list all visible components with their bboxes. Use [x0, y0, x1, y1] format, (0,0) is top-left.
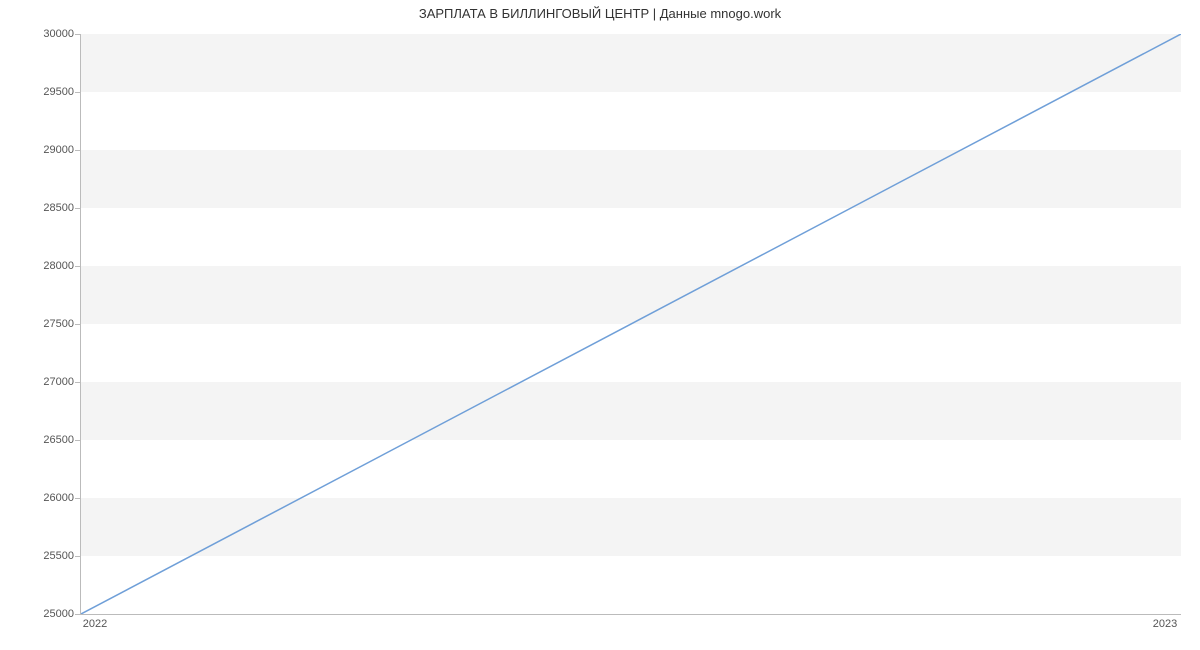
- x-tick-label: 2023: [1153, 618, 1177, 630]
- y-tick-label: 26000: [0, 492, 74, 504]
- y-tick-label: 28500: [0, 202, 74, 214]
- y-tick-label: 26500: [0, 434, 74, 446]
- chart-container: ЗАРПЛАТА В БИЛЛИНГОВЫЙ ЦЕНТР | Данные mn…: [0, 0, 1200, 650]
- y-tick-label: 29500: [0, 86, 74, 98]
- y-tick-label: 28000: [0, 260, 74, 272]
- y-tick-label: 25500: [0, 550, 74, 562]
- y-tick-label: 27000: [0, 376, 74, 388]
- x-tick-label: 2022: [83, 618, 107, 630]
- y-tick-label: 29000: [0, 144, 74, 156]
- y-tick-label: 27500: [0, 318, 74, 330]
- y-tick-label: 25000: [0, 608, 74, 620]
- chart-title: ЗАРПЛАТА В БИЛЛИНГОВЫЙ ЦЕНТР | Данные mn…: [0, 6, 1200, 21]
- y-tick-label: 30000: [0, 28, 74, 40]
- line-series: [81, 34, 1181, 614]
- plot-area: [80, 34, 1181, 615]
